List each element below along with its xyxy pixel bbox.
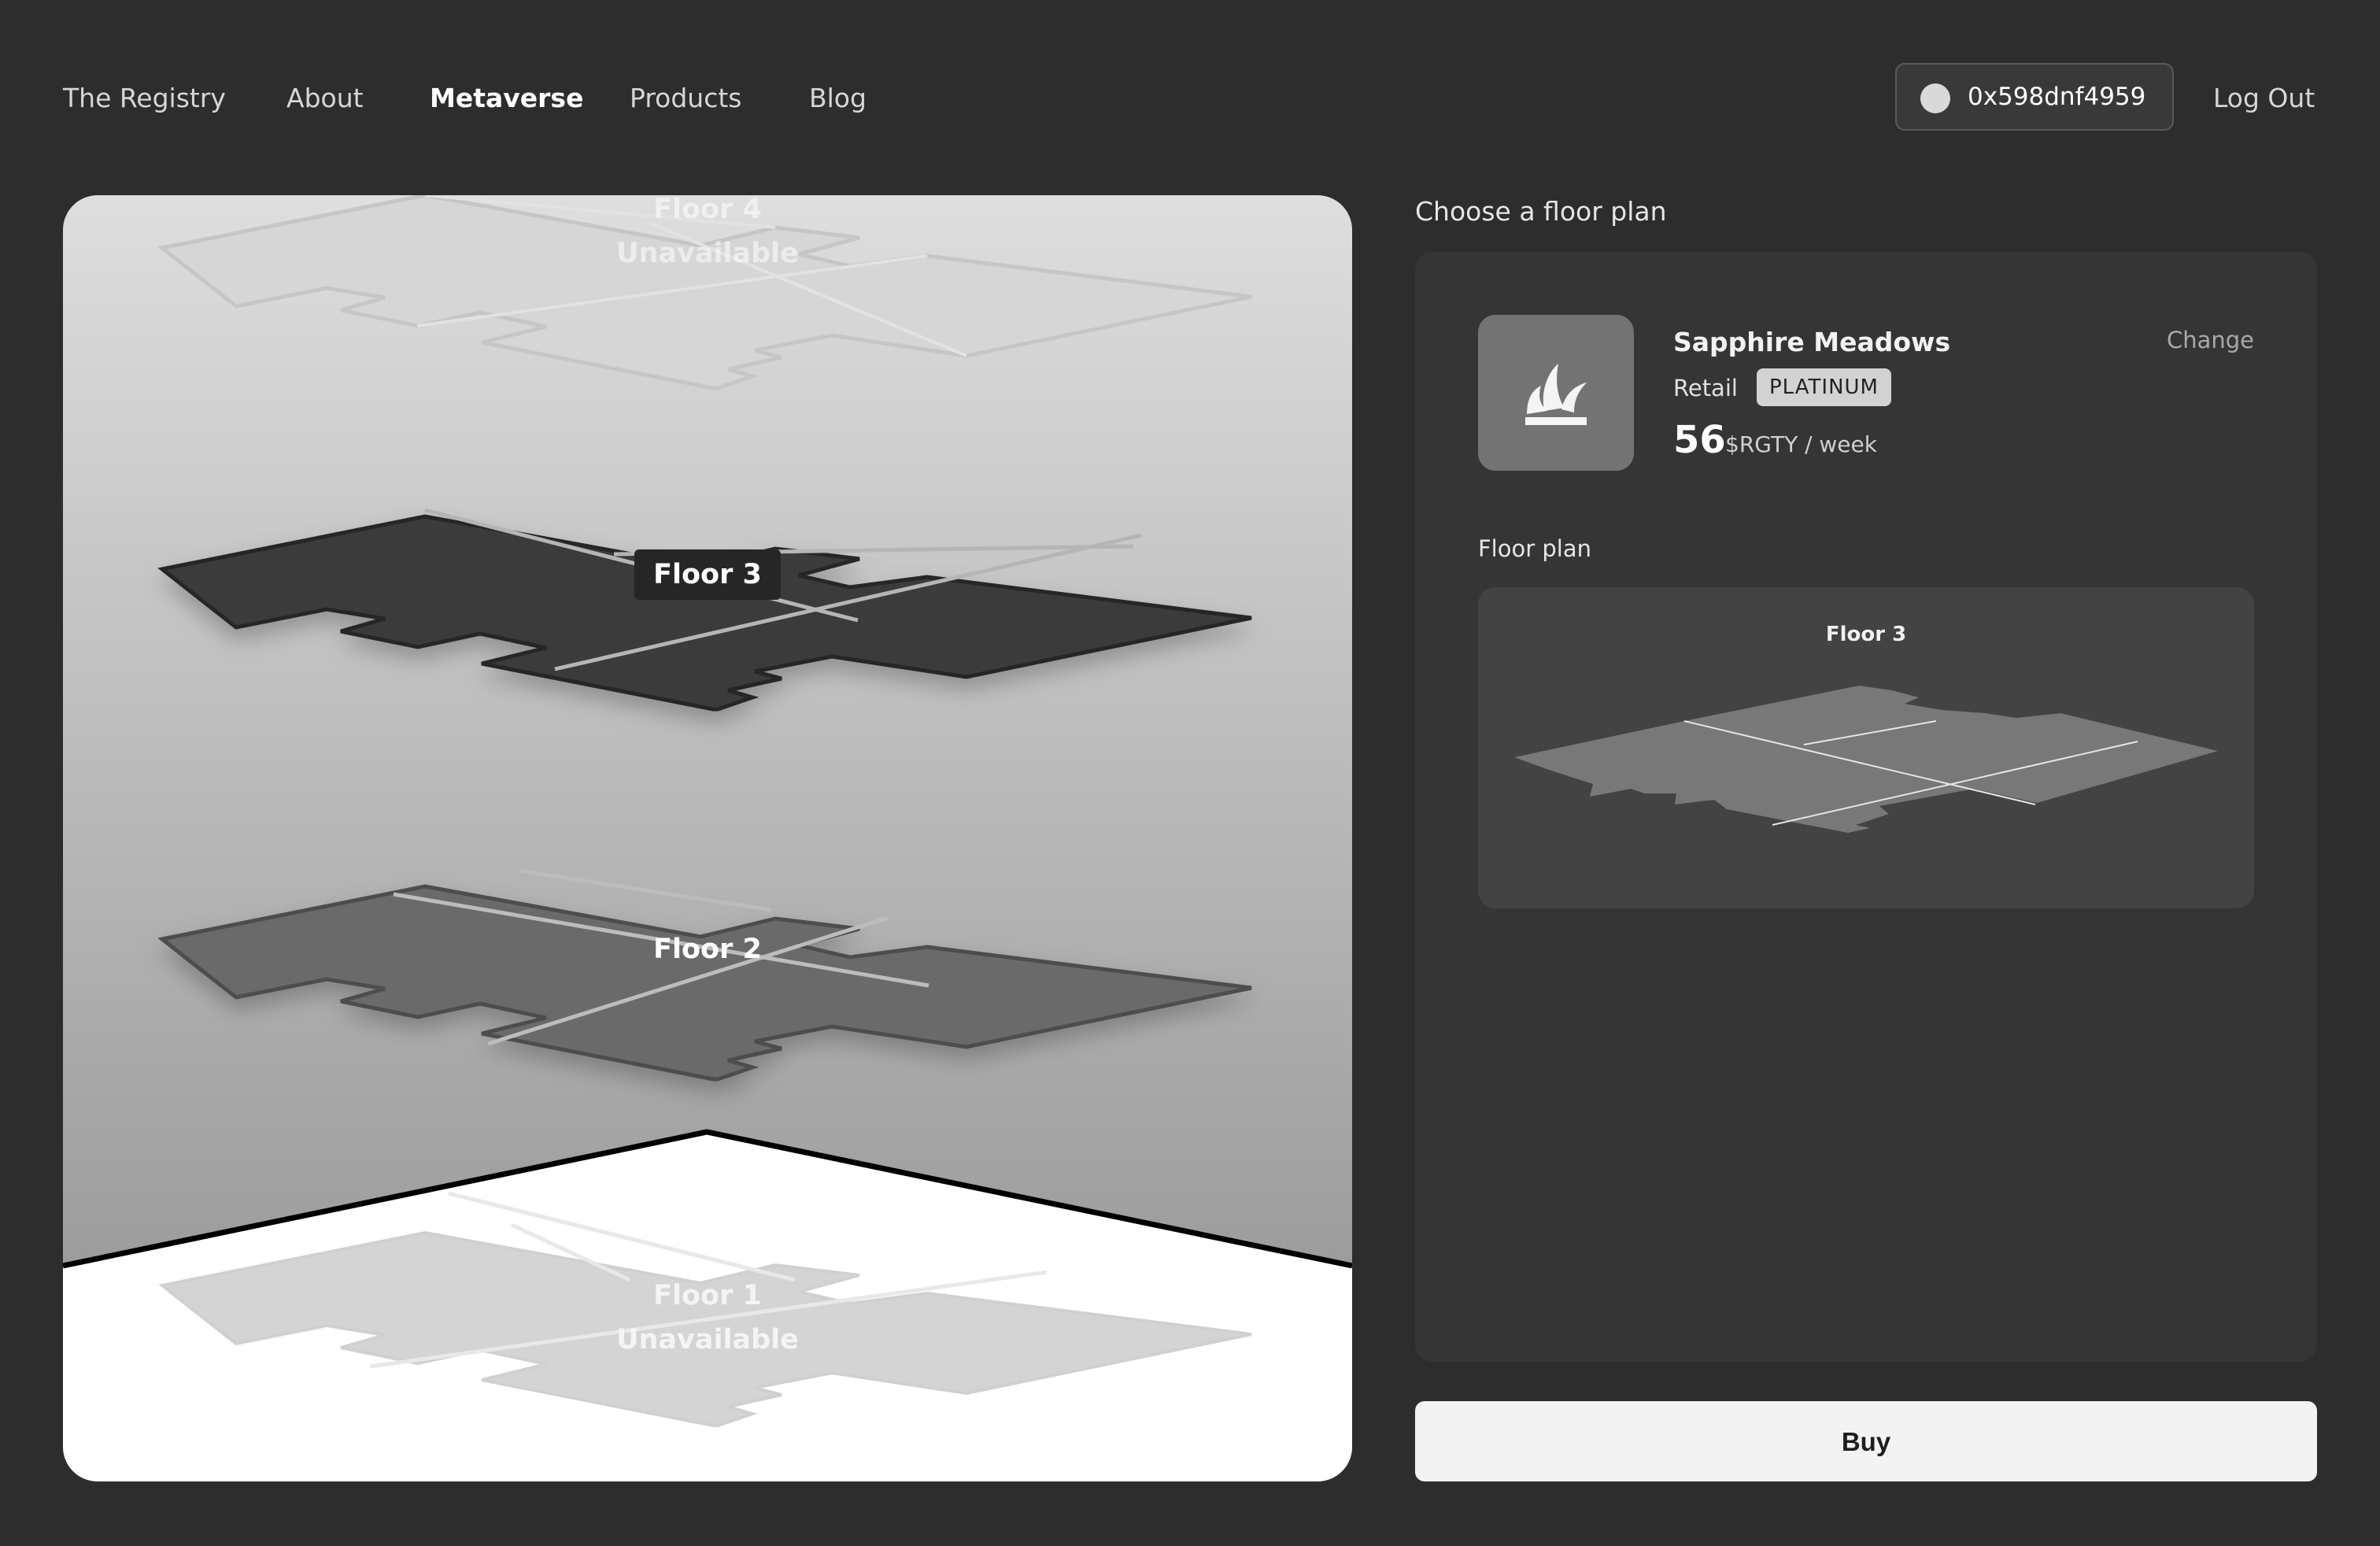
wallet-button[interactable]: 0x598dnf4959 [1895, 63, 2174, 131]
floor-plan-label: Floor plan [1478, 535, 1591, 562]
change-product-link[interactable]: Change [2167, 323, 2254, 357]
floor-2-name: Floor 2 [653, 934, 762, 965]
wallet-avatar [1920, 83, 1950, 113]
nav-link-products[interactable]: Products [630, 79, 742, 118]
nav-link-the-registry[interactable]: The Registry [63, 79, 226, 118]
floor-3-name: Floor 3 [634, 549, 781, 600]
floor-1-status: Unavailable [616, 1324, 799, 1356]
floor-4-name: Floor 4 [653, 195, 762, 225]
nav-link-blog[interactable]: Blog [809, 79, 867, 118]
buy-button[interactable]: Buy [1415, 1401, 2317, 1481]
top-nav: The Registry About Metaverse Products Bl… [0, 0, 2380, 197]
app-root: The Registry About Metaverse Products Bl… [0, 0, 2380, 1546]
product-thumbnail [1478, 315, 1634, 471]
floor-plan-panel: Sapphire Meadows Change Retail PLATINUM … [1415, 252, 2317, 1362]
floor-1-label: Floor 1 Unavailable [63, 1274, 1352, 1362]
floor-4-label: Floor 4 Unavailable [63, 195, 1352, 276]
price-unit: $RGTY / week [1725, 431, 1877, 457]
product-name: Sapphire Meadows [1673, 327, 1951, 357]
price-amount: 56 [1673, 418, 1726, 462]
product-category: Retail [1673, 375, 1738, 401]
building-floor-viewer: Floor 4 Unavailable Floor 3 Floor 2 Floo… [63, 195, 1352, 1481]
floor-2-label: Floor 2 [63, 924, 1352, 975]
wallet-address: 0x598dnf4959 [1968, 83, 2146, 111]
tier-badge: PLATINUM [1757, 368, 1891, 406]
nav-link-metaverse[interactable]: Metaverse [430, 79, 583, 118]
floor-plan-preview-graphic [1514, 686, 2218, 833]
floor-4-status: Unavailable [616, 238, 799, 269]
floor-1-name: Floor 1 [653, 1280, 762, 1311]
floor-3-label: Floor 3 [63, 549, 1352, 600]
floor-plan-preview: Floor 3 [1478, 587, 2254, 908]
choose-floor-plan-title: Choose a floor plan [1415, 196, 1667, 227]
grass-leaves-icon [1525, 364, 1587, 425]
nav-link-about[interactable]: About [286, 79, 364, 118]
logout-link[interactable]: Log Out [2213, 79, 2315, 118]
